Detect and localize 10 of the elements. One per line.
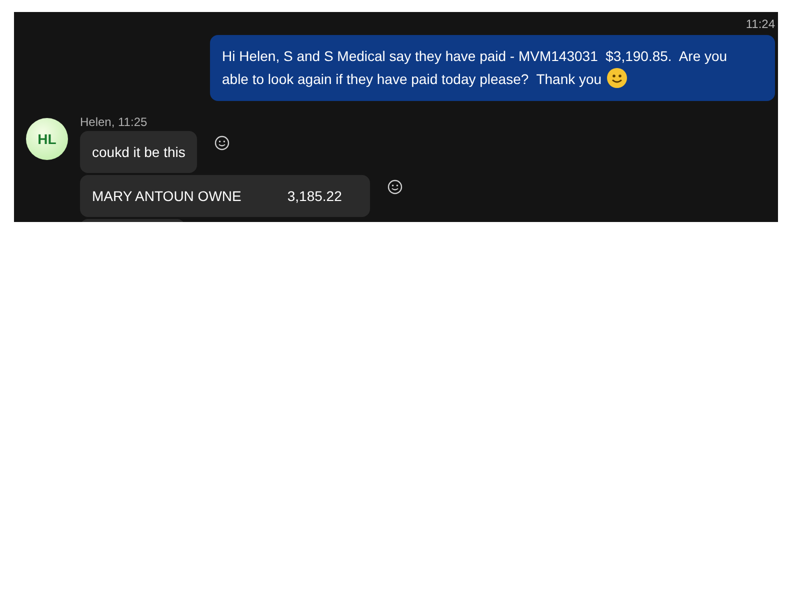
user-avatar[interactable]: HL bbox=[26, 118, 68, 160]
message-text: Hi Helen, S and S Medical say they have paid - MVM143031 $3,190.85. Are you able to look again if they have paid today please? Thank you bbox=[222, 47, 728, 90]
message-text: 3,185.22 bbox=[287, 187, 342, 205]
message-text: coukd it be this bbox=[92, 144, 186, 160]
reaction-icon[interactable] bbox=[387, 179, 403, 195]
reaction-icon[interactable] bbox=[214, 135, 230, 151]
message-time: 11:24 bbox=[746, 16, 775, 32]
smiley-icon bbox=[606, 68, 627, 88]
message-text: MARY ANTOUN OWNE bbox=[92, 187, 242, 205]
sender-name-time: Helen, 11:25 bbox=[80, 114, 148, 130]
